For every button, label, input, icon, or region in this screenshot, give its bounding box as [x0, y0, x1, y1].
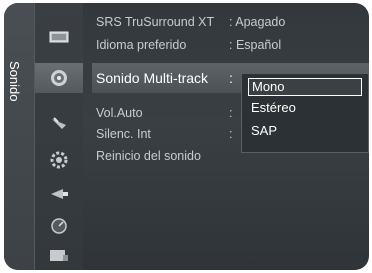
- sound-icon[interactable]: [48, 69, 70, 87]
- menu-row-srs-trusurround[interactable]: SRS TruSurround XT : Apagado: [92, 13, 369, 31]
- option-sap[interactable]: SAP: [248, 123, 362, 141]
- channel-icon[interactable]: [48, 115, 70, 133]
- category-tab: Sonido: [4, 3, 35, 270]
- application-icon[interactable]: [48, 217, 70, 235]
- row-value: : Español: [229, 38, 282, 52]
- row-value: :: [229, 106, 233, 120]
- row-label: Vol.Auto: [96, 106, 143, 120]
- row-value: :: [229, 127, 233, 141]
- option-estereo[interactable]: Estéreo: [248, 100, 362, 118]
- input-icon[interactable]: [48, 185, 70, 203]
- menu-row-idioma-preferido[interactable]: Idioma preferido : Español: [92, 36, 369, 54]
- row-value: : Apagado: [229, 15, 286, 29]
- row-label: Idioma preferido: [96, 38, 187, 52]
- picture-icon[interactable]: [48, 28, 70, 46]
- setup-icon[interactable]: [48, 151, 70, 169]
- multi-track-options-popup: Mono Estéreo SAP: [241, 73, 369, 153]
- category-tab-label: Sonido: [7, 61, 22, 102]
- row-label: SRS TruSurround XT: [96, 15, 215, 29]
- row-label: Reinicio del sonido: [96, 149, 201, 163]
- option-mono[interactable]: Mono: [248, 78, 362, 96]
- osd-menu: Sonido SRS TruSurround XT : Apagado Idio…: [4, 3, 369, 270]
- row-label: Sonido Multi-track: [96, 70, 209, 86]
- row-value: :: [229, 70, 233, 86]
- icon-sidebar: [35, 3, 83, 270]
- row-label: Silenc. Int: [96, 127, 151, 141]
- support-icon[interactable]: [48, 247, 70, 265]
